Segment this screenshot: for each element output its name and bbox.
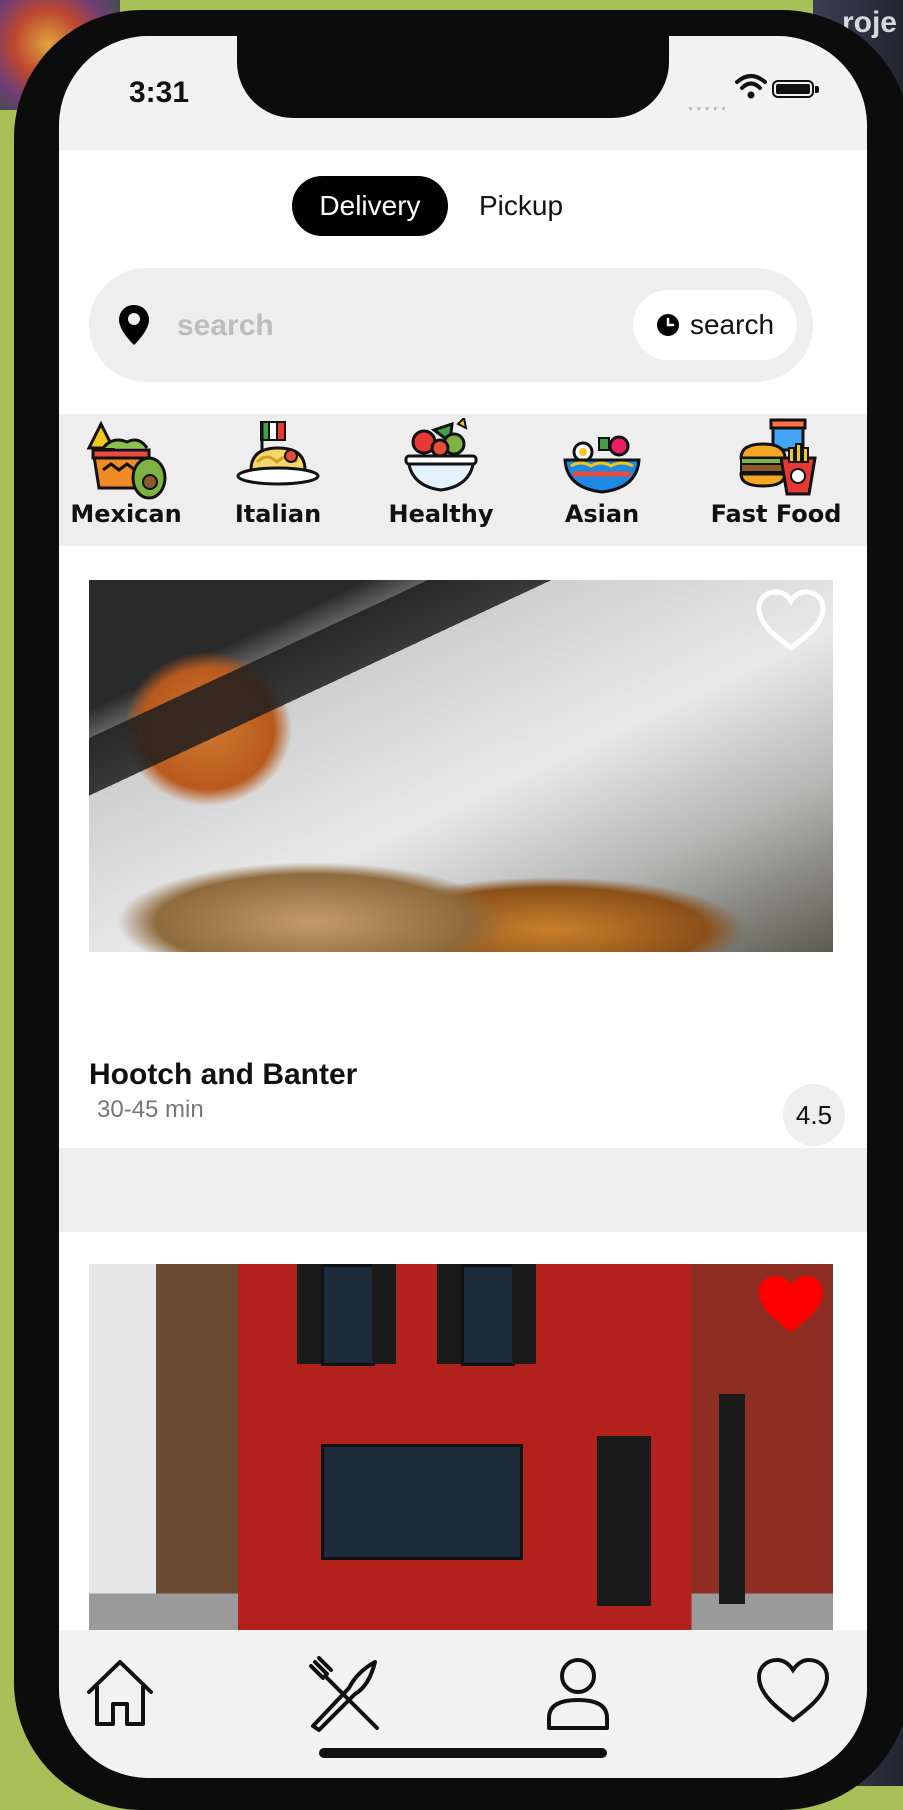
restaurant-card[interactable]: Hootch and Banter 30-45 min 4.5 (59, 546, 867, 1148)
status-bar: 3:31 ..... (59, 36, 867, 150)
heart-filled-icon[interactable] (755, 1272, 827, 1338)
location-pin-icon (119, 305, 149, 345)
category-label: Fast Food (710, 500, 842, 528)
category-bar: Mexican Italian Healthy Asian Fast Food (59, 414, 867, 546)
restaurant-photo (89, 1264, 833, 1630)
healthy-food-icon (404, 418, 478, 492)
category-label: Asian (564, 500, 640, 528)
wifi-icon (735, 74, 767, 99)
pickup-tab[interactable]: Pickup (465, 176, 577, 236)
signal-dots: ..... (687, 86, 729, 116)
search-button-label: search (689, 309, 775, 340)
heart-icon[interactable] (755, 1656, 831, 1726)
delivery-pickup-toggle: Delivery Pickup (59, 176, 867, 240)
category-label: Healthy (388, 500, 494, 528)
category-fast-food[interactable]: Fast Food (691, 414, 861, 546)
delivery-time: 30-45 min (97, 1096, 204, 1123)
category-italian[interactable]: Italian (193, 414, 363, 546)
card-separator (59, 1148, 867, 1232)
search-input[interactable] (175, 298, 609, 354)
battery-icon (772, 80, 819, 98)
heart-outline-icon[interactable] (755, 588, 827, 654)
utensils-icon[interactable] (305, 1656, 383, 1734)
home-icon[interactable] (83, 1656, 157, 1730)
restaurant-card[interactable] (59, 1232, 867, 1632)
search-bar: search (89, 268, 813, 382)
home-indicator (319, 1748, 607, 1758)
rating-badge: 4.5 (783, 1084, 845, 1146)
category-asian[interactable]: Asian (517, 414, 687, 546)
category-healthy[interactable]: Healthy (356, 414, 526, 546)
asian-food-icon (563, 435, 641, 494)
notch (237, 36, 669, 118)
restaurant-photo (89, 580, 833, 952)
delivery-tab[interactable]: Delivery (292, 176, 448, 236)
mexican-food-icon (86, 420, 167, 500)
user-icon[interactable] (543, 1656, 613, 1732)
app-screen: 3:31 ..... Delivery Pickup search search… (59, 36, 867, 1778)
italian-food-icon (236, 421, 320, 486)
category-label: Italian (234, 500, 322, 528)
search-button[interactable]: search (633, 290, 797, 360)
category-label: Mexican (70, 500, 182, 528)
category-mexican[interactable]: Mexican (59, 414, 211, 546)
restaurant-name: Hootch and Banter (89, 1058, 358, 1091)
clock-icon (656, 314, 679, 336)
status-time: 3:31 (129, 76, 190, 109)
fast-food-icon (739, 418, 817, 496)
phone-frame: 3:31 ..... Delivery Pickup search search… (14, 10, 903, 1810)
